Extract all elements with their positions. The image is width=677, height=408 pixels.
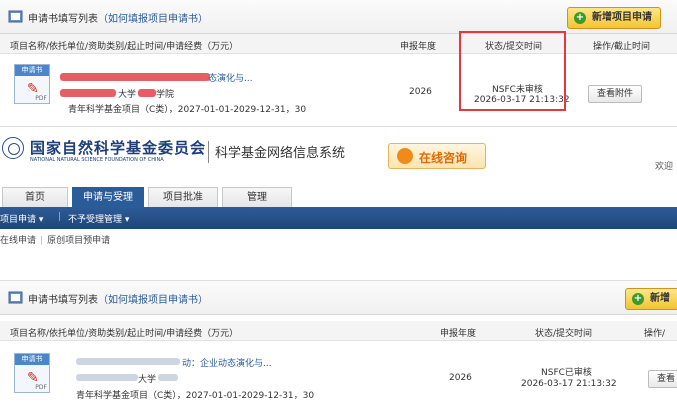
tab-apply[interactable]: 申请与受理 [72, 187, 144, 207]
help-link[interactable]: （如何填报项目申请书） [98, 295, 208, 306]
redaction-mark [60, 89, 116, 97]
main-tabs: 首页 申请与受理 项目批准 管理 [0, 185, 677, 207]
column-year: 申报年度 [400, 42, 437, 52]
list-title: 申请书填写列表（如何填报项目申请书） [28, 14, 208, 25]
book-icon [8, 9, 23, 24]
welcome-text: 欢迎 [655, 162, 674, 172]
blurred-text [158, 374, 178, 381]
view-attachment-button[interactable]: 查看 [648, 370, 677, 388]
project-name-link[interactable]: 动：企业动态演化与... [182, 356, 272, 369]
online-consult-button[interactable]: 在线咨询 [388, 143, 486, 169]
status-text: NSFC已审核 [541, 368, 592, 378]
declare-year: 2026 [409, 87, 432, 97]
table-row: 申请书 ✎ PDF 态演化与... 大学 学院 青年科学基金项目（C类），202… [0, 56, 677, 116]
org-name-cn: 国家自然科学基金委员会 [30, 139, 207, 157]
column-header-row: 项目名称/依托单位/资助类别/起止时间/申请经费（万元） 申报年度 状态/提交时… [0, 34, 677, 54]
book-icon [8, 290, 23, 305]
bottom-application-list-panel: 申请书填写列表（如何填报项目申请书） + 新增 项目名称/依托单位/资助类别/起… [0, 280, 677, 408]
submit-time: 2026-03-17 21:13:32 [521, 379, 617, 389]
column-project: 项目名称/依托单位/资助类别/起止时间/申请经费（万元） [10, 329, 239, 339]
tab-home[interactable]: 首页 [2, 187, 68, 207]
header-divider [208, 141, 209, 163]
subnav-online-apply[interactable]: 在线申请 [0, 236, 36, 246]
consult-person-icon [397, 148, 413, 164]
blurred-text [76, 374, 138, 381]
nsfc-logo-icon [2, 137, 24, 159]
department-text: 学院 [156, 90, 175, 100]
plus-icon: + [632, 293, 644, 305]
redaction-mark [60, 73, 210, 81]
nav-rejection-manage[interactable]: 不予受理管理 ▾ [68, 212, 129, 225]
project-info-text: 青年科学基金项目（C类），2027-01-01-2029-12-31，30 [76, 391, 315, 401]
add-application-button[interactable]: + 新增项目申请 [567, 7, 661, 29]
column-header-row: 项目名称/依托单位/资助类别/起止时间/申请经费（万元） 申报年度 状态/提交时… [0, 321, 677, 341]
column-status: 状态/提交时间 [535, 329, 593, 339]
help-link[interactable]: （如何填报项目申请书） [98, 14, 208, 25]
project-name-link[interactable]: 态演化与... [208, 71, 253, 84]
sub-menu: 在线申请 | 原创项目预申请 [0, 236, 111, 246]
add-application-button[interactable]: + 新增 [625, 288, 677, 310]
nav-project-apply[interactable]: 项目申请 ▾ [0, 212, 43, 225]
list-title: 申请书填写列表（如何填报项目申请书） [28, 295, 208, 306]
top-application-list-panel: 申请书填写列表（如何填报项目申请书） + 新增项目申请 项目名称/依托单位/资助… [0, 0, 677, 122]
column-year: 申报年度 [440, 329, 477, 339]
system-header-panel: 国家自然科学基金委员会 NATIONAL NATURAL SCIENCE FOU… [0, 126, 677, 270]
sub-navbar: 项目申请 ▾ | 不予受理管理 ▾ [0, 207, 677, 229]
plus-icon: + [574, 12, 586, 24]
application-document-icon[interactable]: 申请书 ✎ PDF [14, 353, 50, 393]
unit-text: 大学 [138, 375, 157, 385]
column-project: 项目名称/依托单位/资助类别/起止时间/申请经费（万元） [10, 42, 239, 52]
view-attachment-button[interactable]: 查看附件 [588, 85, 643, 103]
declare-year: 2026 [449, 373, 472, 383]
system-name: 科学基金网络信息系统 [215, 146, 346, 161]
list-header: 申请书填写列表（如何填报项目申请书） + 新增 [0, 281, 677, 315]
table-row: 申请书 ✎ PDF 动：企业动态演化与... 大学 青年科学基金项目（C类），2… [0, 345, 677, 405]
project-info-text: 青年科学基金项目（C类），2027-01-01-2029-12-31，30 [68, 105, 307, 115]
column-action: 操作/截止时间 [593, 42, 651, 52]
org-name-en: NATIONAL NATURAL SCIENCE FOUNDATION OF C… [30, 157, 164, 163]
unit-text: 大学 [118, 90, 137, 100]
redaction-mark [138, 89, 156, 97]
blurred-text [76, 358, 180, 365]
subnav-original-preapply[interactable]: 原创项目预申请 [47, 236, 110, 246]
tab-manage[interactable]: 管理 [222, 187, 292, 207]
column-action: 操作/ [644, 329, 666, 339]
list-header: 申请书填写列表（如何填报项目申请书） + 新增项目申请 [0, 0, 677, 34]
status-highlight-box [459, 31, 566, 111]
tab-approval[interactable]: 项目批准 [148, 187, 218, 207]
application-document-icon[interactable]: 申请书 ✎ PDF [14, 64, 50, 104]
